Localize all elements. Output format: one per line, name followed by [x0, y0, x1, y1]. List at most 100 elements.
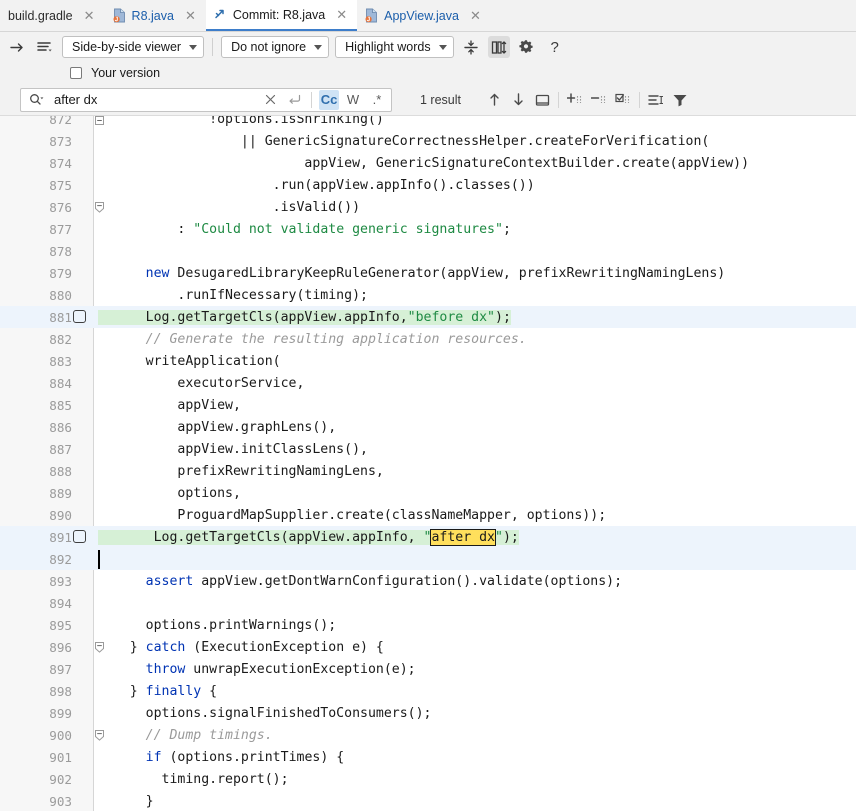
code-line[interactable]: 895 options.printWarnings(); — [0, 614, 856, 636]
code-token — [98, 750, 146, 765]
search-input[interactable]: after dx — [48, 92, 256, 107]
code-line[interactable]: 878 — [0, 240, 856, 262]
code-line[interactable]: 873 || GenericSignatureCorrectnessHelper… — [0, 130, 856, 152]
your-version-checkbox[interactable] — [70, 67, 82, 79]
collapse-unchanged-icon[interactable] — [460, 36, 482, 58]
line-number: 899 — [0, 706, 72, 721]
code-line[interactable]: 879 new DesugaredLibraryKeepRuleGenerato… — [0, 262, 856, 284]
regex-toggle[interactable]: .* — [367, 90, 387, 110]
fold-collapse-icon[interactable] — [95, 116, 104, 123]
code-line[interactable]: 875 .run(appView.appInfo().classes()) — [0, 174, 856, 196]
code-text: .run(appView.appInfo().classes()) — [98, 178, 856, 193]
code-text: executorService, — [98, 376, 856, 391]
code-lines[interactable]: 872 !options.isShrinking()873 || Generic… — [0, 116, 856, 811]
chevron-down-icon — [439, 45, 447, 50]
gear-icon[interactable] — [516, 36, 538, 58]
code-line[interactable]: 880 .runIfNecessary(timing); — [0, 284, 856, 306]
commit-diff-icon — [214, 7, 228, 22]
code-line[interactable]: 898 } finally { — [0, 680, 856, 702]
tab-label: build.gradle — [8, 9, 73, 23]
java-file-icon — [113, 8, 127, 23]
code-line[interactable]: 888 prefixRewritingNamingLens, — [0, 460, 856, 482]
code-line[interactable]: 896 } catch (ExecutionException e) { — [0, 636, 856, 658]
diff-list-icon[interactable] — [34, 36, 56, 58]
accept-change-checkbox[interactable] — [73, 530, 86, 543]
select-line-icon[interactable] — [612, 89, 634, 111]
match-case-toggle[interactable]: Cc — [319, 90, 339, 110]
code-token: .runIfNecessary(timing); — [98, 288, 368, 303]
fold-end-icon[interactable] — [95, 730, 104, 739]
editor-tab-appview-java[interactable]: AppView.java✕ — [357, 0, 491, 31]
code-line[interactable]: 890 ProguardMapSupplier.create(className… — [0, 504, 856, 526]
remove-line-icon[interactable] — [588, 89, 610, 111]
fold-end-icon[interactable] — [95, 642, 104, 651]
arrow-down-icon[interactable] — [507, 89, 529, 111]
editor-tab-bar: build.gradle✕R8.java✕Commit: R8.java✕App… — [0, 0, 856, 32]
filter-icon[interactable] — [669, 89, 691, 111]
code-token: DesugaredLibraryKeepRuleGenerator(appVie… — [169, 266, 725, 281]
whole-words-toggle[interactable]: W — [343, 90, 363, 110]
line-number: 895 — [0, 618, 72, 633]
search-input-container[interactable]: after dx Cc W .* — [20, 88, 392, 112]
code-line[interactable]: 889 options, — [0, 482, 856, 504]
editor-tab-commit-r8-java[interactable]: Commit: R8.java✕ — [206, 0, 357, 31]
close-icon[interactable]: ✕ — [82, 9, 97, 22]
code-line[interactable]: 882 // Generate the resulting applicatio… — [0, 328, 856, 350]
close-icon[interactable]: ✕ — [468, 9, 483, 22]
string-token: "before dx" — [408, 310, 495, 325]
close-icon[interactable] — [260, 90, 280, 110]
code-line[interactable]: 874 appView, GenericSignatureContextBuil… — [0, 152, 856, 174]
fold-end-icon[interactable] — [95, 202, 104, 211]
code-line[interactable]: 884 executorService, — [0, 372, 856, 394]
code-line[interactable]: 876 .isValid()) — [0, 196, 856, 218]
line-number: 875 — [0, 178, 72, 193]
highlight-mode-dropdown[interactable]: Highlight words — [335, 36, 453, 58]
code-line[interactable]: 900 // Dump timings. — [0, 724, 856, 746]
list-lines-icon[interactable] — [645, 89, 667, 111]
code-line[interactable]: 885 appView, — [0, 394, 856, 416]
add-line-icon[interactable] — [564, 89, 586, 111]
close-icon[interactable]: ✕ — [334, 8, 349, 21]
code-line[interactable]: 872 !options.isShrinking() — [0, 116, 856, 130]
code-line[interactable]: 877 : "Could not validate generic signat… — [0, 218, 856, 240]
find-bar: after dx Cc W .* 1 result — [0, 84, 856, 116]
editor-tab-r8-java[interactable]: R8.java✕ — [105, 0, 206, 31]
code-token: options.signalFinishedToConsumers(); — [98, 706, 431, 721]
align-columns-icon[interactable] — [488, 36, 510, 58]
close-icon[interactable]: ✕ — [183, 9, 198, 22]
code-line[interactable]: 883 writeApplication( — [0, 350, 856, 372]
keyword-token: assert — [146, 574, 194, 589]
code-line[interactable]: 881 Log.getTargetCls(appView.appInfo,"be… — [0, 306, 856, 328]
code-line[interactable]: 886 appView.graphLens(), — [0, 416, 856, 438]
search-divider — [311, 92, 312, 108]
arrow-right-icon[interactable] — [6, 36, 28, 58]
code-line[interactable]: 902 timing.report(); — [0, 768, 856, 790]
code-line[interactable]: 903 } — [0, 790, 856, 811]
multiline-icon[interactable] — [284, 90, 304, 110]
code-line[interactable]: 901 if (options.printTimes) { — [0, 746, 856, 768]
diff-editor[interactable]: 872 !options.isShrinking()873 || Generic… — [0, 116, 856, 811]
code-line[interactable]: 894 — [0, 592, 856, 614]
line-number: 876 — [0, 200, 72, 215]
line-number: 878 — [0, 244, 72, 259]
whitespace-mode-dropdown[interactable]: Do not ignore — [221, 36, 329, 58]
code-line[interactable]: 899 options.signalFinishedToConsumers(); — [0, 702, 856, 724]
line-number: 885 — [0, 398, 72, 413]
viewer-mode-dropdown[interactable]: Side-by-side viewer — [62, 36, 204, 58]
code-text: appView.initClassLens(), — [98, 442, 856, 457]
open-in-panel-icon[interactable] — [531, 89, 553, 111]
code-line[interactable]: 887 appView.initClassLens(), — [0, 438, 856, 460]
code-line[interactable]: 891 Log.getTargetCls(appView.appInfo, "a… — [0, 526, 856, 548]
help-icon[interactable]: ? — [544, 36, 566, 58]
editor-tab-build-gradle[interactable]: build.gradle ✕ — [0, 0, 105, 31]
search-icon[interactable] — [29, 93, 44, 106]
accept-change-checkbox[interactable] — [73, 310, 86, 323]
code-text: appView.graphLens(), — [98, 420, 856, 435]
code-line[interactable]: 897 throw unwrapExecutionException(e); — [0, 658, 856, 680]
code-line[interactable]: 893 assert appView.getDontWarnConfigurat… — [0, 570, 856, 592]
code-line[interactable]: 892 — [0, 548, 856, 570]
arrow-up-icon[interactable] — [483, 89, 505, 111]
code-token: ); — [503, 530, 519, 545]
code-token: appView, GenericSignatureContextBuilder.… — [98, 156, 749, 171]
code-token: appView.graphLens(), — [98, 420, 336, 435]
